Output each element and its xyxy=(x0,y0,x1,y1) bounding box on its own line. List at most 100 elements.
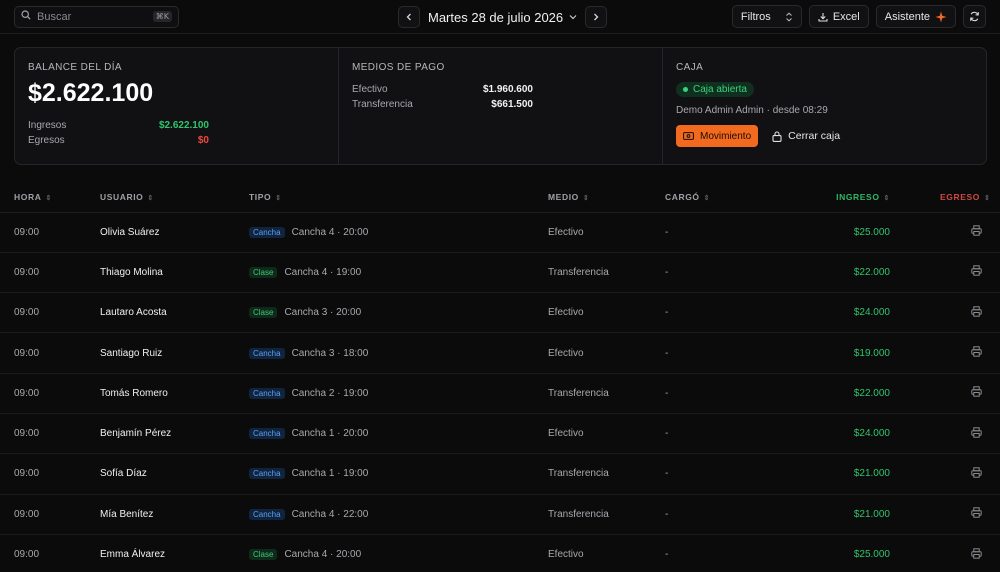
balance-total: $2.622.100 xyxy=(28,79,154,107)
download-icon xyxy=(818,12,828,22)
medio-cell: Efectivo xyxy=(548,292,665,334)
sort-icon: ⇕ xyxy=(582,194,590,202)
print-cell xyxy=(890,453,1000,495)
payments-card: MEDIOS DE PAGO Efectivo $1.960.600 Trans… xyxy=(339,48,663,164)
header-cargo[interactable]: CARGÓ ⇕ xyxy=(665,182,782,213)
search-input[interactable]: Buscar ⌘K xyxy=(14,5,179,28)
hora-cell: 09:00 xyxy=(0,413,100,455)
transfer-label: Transferencia xyxy=(352,99,413,110)
type-badge: Cancha xyxy=(249,428,285,440)
ingreso-cell: $22.000 xyxy=(782,373,890,414)
cargo-cell: - xyxy=(665,453,782,495)
type-badge: Clase xyxy=(249,307,278,319)
table-header-row: HORA ⇕ USUARIO ⇕ TIPO ⇕ MEDIO ⇕ CARGÓ ⇕ INGRE… xyxy=(0,182,1000,213)
printer-icon[interactable] xyxy=(971,306,982,317)
tipo-detail: Cancha 2 · 19:00 xyxy=(291,387,369,399)
print-cell xyxy=(890,534,1000,572)
cargo-cell: - xyxy=(665,212,782,253)
table-row[interactable]: 09:00 Tomás Romero Cancha Cancha 2 · 19:00 T… xyxy=(0,373,1000,414)
type-badge: Clase xyxy=(249,549,278,561)
hora-cell: 09:00 xyxy=(0,252,100,294)
header-tipo[interactable]: TIPO ⇕ xyxy=(249,182,548,213)
table-row[interactable]: 09:00 Benjamín Pérez Cancha Cancha 1 · 20:0… xyxy=(0,413,1000,455)
printer-icon[interactable] xyxy=(971,426,982,438)
sort-icon: ⇕ xyxy=(703,194,711,202)
table-row[interactable]: 09:00 Lautaro Acosta Clase Cancha 3 · 20:00… xyxy=(0,292,1000,334)
header-hora[interactable]: HORA ⇕ xyxy=(0,182,100,213)
usuario-cell: Benjamín Pérez xyxy=(100,413,249,455)
cargo-cell: - xyxy=(665,292,782,334)
chevron-right-icon xyxy=(594,13,599,21)
summary-cards: BALANCE DEL DÍA $2.622.100 Ingresos $2.6… xyxy=(14,47,987,165)
ingresos-value: $2.622.100 xyxy=(158,120,209,131)
hora-cell: 09:00 xyxy=(0,534,100,572)
tipo-detail: Cancha 3 · 20:00 xyxy=(284,307,362,319)
ingresos-row: Ingresos $2.622.100 xyxy=(28,120,209,131)
refresh-icon xyxy=(970,11,979,22)
medio-cell: Efectivo xyxy=(548,534,665,572)
assistant-button[interactable]: Asistente xyxy=(875,5,956,28)
table-row[interactable]: 09:00 Sofía Díaz Cancha Cancha 1 · 19:00 Tra… xyxy=(0,453,1000,495)
type-badge: Cancha xyxy=(249,347,285,359)
usuario-cell: Olivia Suárez xyxy=(100,212,249,253)
printer-icon[interactable] xyxy=(971,467,982,478)
cargo-cell: - xyxy=(665,373,782,414)
header-egreso[interactable]: EGRESO ⇕ xyxy=(890,182,1000,213)
tipo-cell: Cancha Cancha 2 · 19:00 xyxy=(249,373,548,414)
date-picker[interactable]: Martes 28 de julio 2026 xyxy=(428,10,577,25)
hora-cell: 09:00 xyxy=(0,453,100,495)
prev-day-button[interactable] xyxy=(398,6,420,28)
medio-cell: Efectivo xyxy=(548,212,665,253)
printer-icon[interactable] xyxy=(971,507,982,518)
tipo-detail: Cancha 3 · 18:00 xyxy=(291,347,369,359)
refresh-button[interactable] xyxy=(963,5,986,28)
medio-cell: Transferencia xyxy=(548,252,665,294)
table-row[interactable]: 09:00 Santiago Ruiz Cancha Cancha 3 · 18:00… xyxy=(0,332,1000,374)
caja-title: CAJA xyxy=(676,62,704,73)
header-usuario[interactable]: USUARIO ⇕ xyxy=(100,182,249,213)
usuario-cell: Lautaro Acosta xyxy=(100,292,249,334)
balance-title: BALANCE DEL DÍA xyxy=(28,62,122,73)
egresos-value: $0 xyxy=(197,135,209,146)
ingresos-label: Ingresos xyxy=(28,120,67,131)
cargo-cell: - xyxy=(665,252,782,294)
print-cell xyxy=(890,252,1000,294)
sparkle-icon xyxy=(935,11,947,22)
search-icon xyxy=(21,10,31,23)
tipo-detail: Cancha 4 · 20:00 xyxy=(284,549,362,561)
efectivo-value: $1.960.600 xyxy=(482,84,533,95)
printer-icon[interactable] xyxy=(971,225,982,236)
printer-icon[interactable] xyxy=(971,547,982,559)
cargo-cell: - xyxy=(665,534,782,572)
table-row[interactable]: 09:00 Mía Benítez Cancha Cancha 4 · 22:00 Tr… xyxy=(0,494,1000,535)
tipo-cell: Cancha Cancha 3 · 18:00 xyxy=(249,332,548,374)
caja-since: Demo Admin Admin · desde 08:29 xyxy=(676,105,828,116)
next-day-button[interactable] xyxy=(585,6,608,28)
table-row[interactable]: 09:00 Olivia Suárez Cancha Cancha 4 · 20:00… xyxy=(0,212,1000,253)
printer-icon[interactable] xyxy=(971,265,982,277)
ingreso-cell: $21.000 xyxy=(782,494,890,535)
medio-cell: Transferencia xyxy=(548,453,665,495)
filters-button[interactable]: Filtros xyxy=(731,5,802,28)
medio-cell: Transferencia xyxy=(548,494,665,535)
movimiento-button[interactable]: Movimiento xyxy=(676,125,759,147)
tipo-detail: Cancha 4 · 19:00 xyxy=(284,266,362,278)
sort-updown-icon xyxy=(786,12,792,21)
sort-icon: ⇕ xyxy=(45,194,52,202)
cerrar-caja-button[interactable]: Cerrar caja xyxy=(772,130,840,142)
header-medio[interactable]: MEDIO ⇕ xyxy=(548,182,665,213)
printer-icon[interactable] xyxy=(971,386,982,398)
excel-label: Excel xyxy=(832,10,860,23)
printer-icon[interactable] xyxy=(971,346,982,357)
caja-card: CAJA Caja abierta Demo Admin Admin · des… xyxy=(663,48,986,164)
ingreso-cell: $24.000 xyxy=(782,292,890,334)
print-cell xyxy=(890,413,1000,455)
table-row[interactable]: 09:00 Emma Álvarez Clase Cancha 4 · 20:00 Ef… xyxy=(0,534,1000,572)
usuario-cell: Sofía Díaz xyxy=(100,453,249,495)
header-ingreso[interactable]: INGRESO ⇕ xyxy=(782,182,890,213)
print-cell xyxy=(890,373,1000,414)
ingreso-cell: $25.000 xyxy=(782,212,890,253)
excel-button[interactable]: Excel xyxy=(808,5,869,28)
table-row[interactable]: 09:00 Thiago Molina Clase Cancha 4 · 19:00 T… xyxy=(0,252,1000,294)
usuario-cell: Emma Álvarez xyxy=(100,534,249,572)
